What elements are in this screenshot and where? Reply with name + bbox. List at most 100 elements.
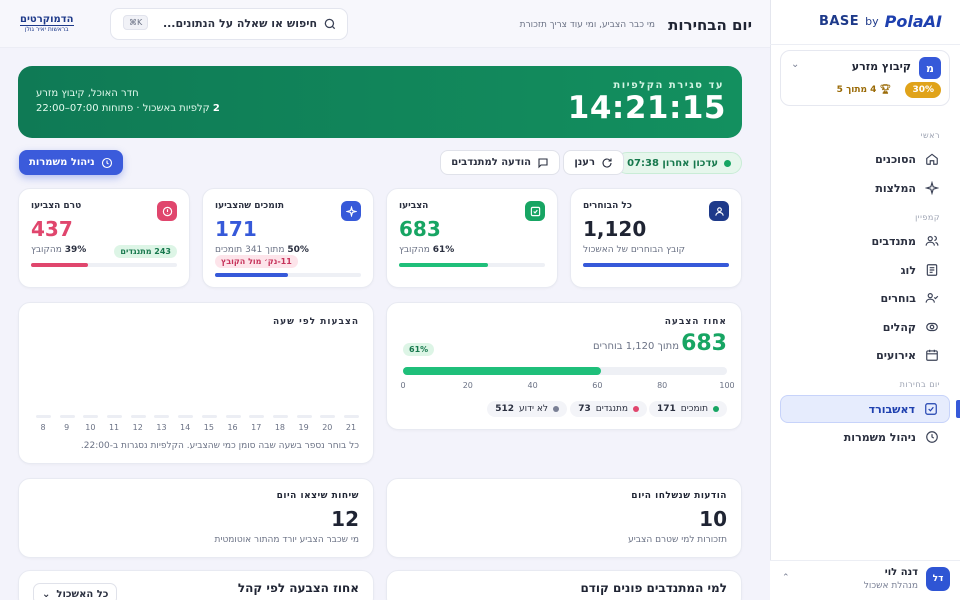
manage-shifts-button[interactable]: ניהול משמרות — [19, 150, 123, 175]
brand-base: BASE — [818, 14, 860, 29]
kpi-sub-text: מתוך 341 תומכים — [215, 245, 285, 255]
hour-bar — [320, 415, 336, 418]
sidebar-item-shifts[interactable]: ניהול משמרות — [780, 424, 950, 450]
search-icon — [323, 17, 337, 31]
legend-count: 171 — [656, 404, 676, 414]
hour-label: 10 — [85, 423, 96, 432]
kpi-title: תומכים שהצביעו — [215, 201, 285, 211]
sidebar-item-agents[interactable]: הסוכנים — [780, 146, 950, 172]
scale-tick: 40 — [527, 381, 538, 390]
legend-count: 512 — [495, 404, 514, 414]
sidebar-item-label: דאשבורד — [868, 402, 915, 416]
hour-bar — [130, 415, 146, 418]
turnout-by-audience-card: אחוז הצבעה לפי קהל כל האשכול ⌄ — [18, 570, 374, 600]
legend-supporters: תומכים 171 — [648, 401, 727, 417]
brand-logo[interactable]: BASE by PolaAI — [819, 12, 942, 31]
sidebar-item-log[interactable]: לוג — [780, 257, 950, 283]
legend-label: לא ידוע — [518, 404, 548, 414]
hourly-votes-card: הצבעות לפי שעה 8 9 10 11 12 13 14 15 16 17 18 19 20 2… — [18, 302, 374, 464]
refresh-button[interactable]: רענן — [563, 150, 624, 175]
kpi-subtitle: 50% מתוך 341 תומכים — [215, 245, 309, 255]
message-label: הודעה למתנדבים — [451, 157, 531, 168]
sidebar-item-events[interactable]: אירועים — [780, 342, 950, 368]
kpi-title: הצביעו — [399, 201, 429, 211]
card-title: למי המתנדבים פונים קודם — [580, 581, 727, 595]
page-title: יום הבחירות — [668, 16, 752, 34]
kpi-value: 171 — [215, 217, 257, 241]
kpi-sub-bold: 39% — [64, 245, 87, 255]
search-input[interactable]: חיפוש או שאלה על הנתונים... ⌘K — [110, 8, 348, 40]
chevron-down-icon: ⌄ — [42, 588, 51, 600]
user-menu[interactable]: דל דנה לוי מנהלת אשכול ⌃ — [770, 560, 960, 600]
kpi-progress-fill — [399, 263, 489, 267]
sidebar-item-label: ניהול משמרות — [843, 430, 916, 444]
sidebar-item-volunteers[interactable]: מתנדבים — [780, 228, 950, 254]
search-placeholder: חיפוש או שאלה על הנתונים... — [162, 17, 317, 30]
brand-by: by — [865, 15, 879, 28]
chevron-down-icon: ⌄ — [791, 59, 800, 70]
sidebar-item-label: המלצות — [875, 181, 916, 195]
hour-bar — [59, 415, 75, 418]
stat-title: הודעות שנשלחו היום — [631, 491, 727, 501]
kpi-value: 437 — [31, 217, 73, 241]
hour-label: 9 — [64, 423, 70, 432]
hour-bar — [201, 415, 217, 418]
message-volunteers-button[interactable]: הודעה למתנדבים — [440, 150, 560, 175]
turnout-percent-badge: 61% — [403, 343, 435, 356]
turnout-subtitle: מתוך 1,120 בוחרים — [592, 341, 679, 352]
kibbutz-rank: 🏆︎ 4 מתוך 5 — [837, 85, 891, 95]
sidebar-item-label: מתנדבים — [871, 234, 916, 248]
kpi-progress-fill — [583, 263, 729, 267]
hour-bar — [272, 415, 288, 418]
ballot-info: 2 קלפיות באשכול · פתוחות 07:00–22:00 — [36, 103, 220, 114]
kibbutz-percent-badge: 30% — [905, 82, 941, 98]
kpi-progress-fill — [31, 263, 88, 267]
page-subtitle: מי כבר הצביע, ומי עוד צריך תזכורת — [519, 20, 655, 30]
party-logo-tagline: בראשות יאיר גולן — [24, 26, 69, 33]
ballot-hours: קלפיות באשכול · פתוחות 07:00–22:00 — [36, 103, 210, 114]
turnout-scale: 0 20 40 60 80 100 — [400, 381, 734, 391]
kpi-all-voters: כל הבוחרים 1,120 קובץ הבוחרים של האשכול — [570, 188, 742, 288]
party-logo: הדמוקרטים בראשות יאיר גולן — [20, 14, 74, 33]
hourly-note: כל בוחר נספר בשעה שבה סומן כמי שהצביע. ה… — [80, 441, 359, 451]
nav-section-general: ראשי — [920, 131, 940, 140]
kpi-progress — [31, 263, 177, 267]
stat-subtitle: מי שכבר הצביע יורד מהתור אוטומטית — [214, 535, 359, 545]
topbar: יום הבחירות מי כבר הצביע, ומי עוד צריך ת… — [0, 0, 770, 48]
messages-today-card: הודעות שנשלחו היום 10 תזכורות למי שטרם ה… — [386, 478, 742, 558]
sidebar-item-dashboard[interactable]: דאשבורד — [780, 395, 950, 423]
turnout-title: אחוז הצבעה — [664, 317, 727, 327]
calendar-icon — [924, 347, 940, 363]
hour-label: 13 — [156, 423, 167, 432]
sidebar-item-label: הסוכנים — [875, 152, 916, 166]
sidebar-item-recommendations[interactable]: המלצות — [780, 175, 950, 201]
turnout-card: אחוז הצבעה 683 מתוך 1,120 בוחרים 61% 0 2… — [386, 302, 742, 430]
kpi-sub-text: מהקובץ — [399, 245, 430, 255]
nav-section-campaign: קמפיין — [915, 213, 940, 222]
scale-tick: 80 — [657, 381, 668, 390]
refresh-label: רענן — [574, 157, 595, 168]
turnout-progress — [403, 367, 727, 375]
refresh-icon — [601, 157, 613, 169]
kpi-progress-fill — [215, 273, 288, 277]
sidebar-item-audiences[interactable]: קהלים — [780, 314, 950, 340]
sparkle-icon — [341, 201, 361, 221]
kpi-sub-bold: 50% — [287, 245, 309, 255]
legend-dot — [713, 406, 719, 412]
sparkle-icon — [924, 180, 940, 196]
manage-shifts-label: ניהול משמרות — [29, 157, 95, 168]
legend-unknown: לא ידוע 512 — [487, 401, 567, 417]
nav-section-electionday: יום בחירות — [899, 380, 940, 389]
kpi-not-voted: טרם הצביעו 437 39% מהקובץ 243 מתנגדים — [18, 188, 190, 288]
hour-bar — [107, 415, 123, 418]
ballot-count: 2 — [212, 103, 220, 114]
checkbox-icon — [525, 201, 545, 221]
stat-title: שיחות שיצאו היום — [276, 491, 359, 501]
kibbutz-selector[interactable]: מ קיבוץ מזרע ⌄ 30% 🏆︎ 4 מתוך 5 — [780, 50, 950, 106]
kpi-title: טרם הצביעו — [31, 201, 82, 211]
scope-dropdown[interactable]: כל האשכול ⌄ — [33, 583, 118, 600]
sidebar-item-voters[interactable]: בוחרים — [780, 285, 950, 311]
hour-bar — [249, 415, 265, 418]
hour-label: 11 — [108, 423, 120, 432]
log-icon — [924, 262, 940, 278]
